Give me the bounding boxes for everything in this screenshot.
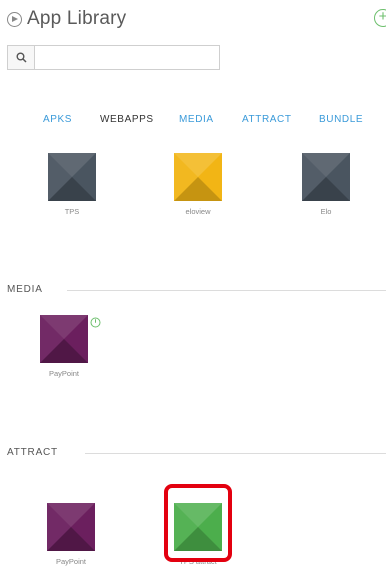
app-label: PayPoint: [55, 557, 87, 566]
app-icon: [47, 503, 95, 551]
app-icon: [48, 153, 96, 201]
section-divider: [67, 290, 386, 291]
app-library-header: App Library: [7, 6, 126, 32]
app-icon: [174, 153, 222, 201]
attract-tile-paypoint[interactable]: PayPoint: [31, 503, 111, 566]
app-tile-elo[interactable]: Elo: [286, 153, 366, 216]
search-button[interactable]: [7, 45, 35, 70]
app-icon-graphic: [40, 315, 88, 363]
app-icon-graphic: [174, 153, 222, 201]
section-label: ATTRACT: [7, 447, 66, 458]
section-attract: ATTRACT: [7, 447, 386, 461]
tab-bundle[interactable]: BUNDLE: [319, 114, 363, 125]
tab-webapps[interactable]: WEBAPPS: [100, 114, 154, 125]
app-tile-eloview[interactable]: eloview: [158, 153, 238, 216]
play-circle-icon: [7, 11, 22, 27]
plus-icon: +: [378, 8, 386, 25]
app-icon-graphic: [48, 153, 96, 201]
section-divider: [85, 453, 386, 454]
search-icon: [16, 52, 27, 63]
tab-attract[interactable]: ATTRACT: [242, 114, 292, 125]
section-label: MEDIA: [7, 284, 51, 295]
selection-highlight: [164, 484, 232, 562]
app-icon-graphic: [302, 153, 350, 201]
tab-media[interactable]: MEDIA: [179, 114, 214, 125]
app-icon: [40, 315, 88, 363]
app-label: TPS: [64, 207, 80, 216]
add-app-button[interactable]: +: [374, 9, 386, 27]
power-icon[interactable]: [90, 317, 101, 328]
app-icon-graphic: [47, 503, 95, 551]
search-input[interactable]: [35, 45, 220, 70]
search-bar: [7, 45, 220, 70]
tab-apks[interactable]: APKS: [43, 114, 72, 125]
section-media: MEDIA: [7, 284, 386, 298]
app-label: Elo: [320, 207, 332, 216]
library-tabs: APKS WEBAPPS MEDIA ATTRACT BUNDLE: [0, 114, 386, 130]
app-label: eloview: [185, 207, 211, 216]
app-label: PayPoint: [48, 369, 80, 378]
app-icon: [302, 153, 350, 201]
app-tile-tps[interactable]: TPS: [32, 153, 112, 216]
page-title: App Library: [27, 8, 127, 29]
